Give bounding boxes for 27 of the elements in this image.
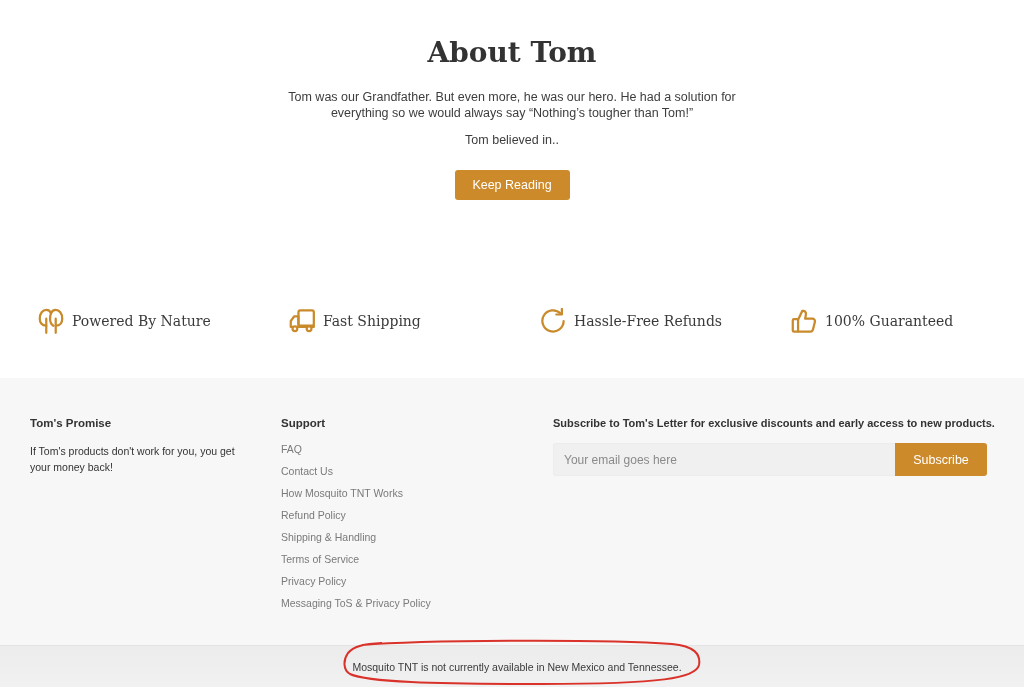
email-field[interactable]: Your email goes here bbox=[553, 443, 895, 476]
truck-icon bbox=[289, 308, 315, 334]
about-text: Tom was our Grandfather. But even more, he was our hero. He had a solution for everything so we would always say “Nothing’s tougher than Tom!” bbox=[287, 89, 737, 121]
section-title: About Tom bbox=[427, 35, 597, 71]
footer-link[interactable]: Messaging ToS & Privacy Policy bbox=[281, 597, 431, 609]
feature-label: Hassle-Free Refunds bbox=[574, 313, 723, 329]
newsletter-heading: Subscribe to Tom's Letter for exclusive discounts and early access to new products. bbox=[553, 416, 993, 430]
refresh-icon bbox=[540, 308, 566, 334]
availability-notice: Mosquito TNT is not currently available in New Mexico and Tennessee. bbox=[352, 660, 682, 673]
footer-link[interactable]: FAQ bbox=[281, 443, 302, 455]
column-heading: Tom's Promise bbox=[30, 416, 113, 430]
feature-label: 100% Guaranteed bbox=[825, 313, 954, 329]
column-heading: Support bbox=[281, 416, 327, 430]
keep-reading-button[interactable]: Keep Reading bbox=[454, 170, 570, 200]
feature-label: Powered By Nature bbox=[72, 313, 211, 329]
trees-icon bbox=[38, 308, 64, 334]
subscribe-button[interactable]: Subscribe bbox=[895, 443, 987, 476]
footer-link[interactable]: Terms of Service bbox=[281, 553, 360, 565]
footer-link[interactable]: Refund Policy bbox=[281, 509, 346, 521]
footer-link[interactable]: How Mosquito TNT Works bbox=[281, 487, 403, 499]
about-text: Tom believed in.. bbox=[465, 132, 559, 148]
thumbs-up-icon bbox=[791, 308, 817, 334]
footer-link[interactable]: Contact Us bbox=[281, 465, 333, 477]
footer-link[interactable]: Privacy Policy bbox=[281, 575, 347, 587]
promise-text: If Tom's products don't work for you, you get your money back! bbox=[30, 444, 236, 475]
footer-link[interactable]: Shipping & Handling bbox=[281, 531, 377, 543]
feature-label: Fast Shipping bbox=[323, 313, 421, 329]
